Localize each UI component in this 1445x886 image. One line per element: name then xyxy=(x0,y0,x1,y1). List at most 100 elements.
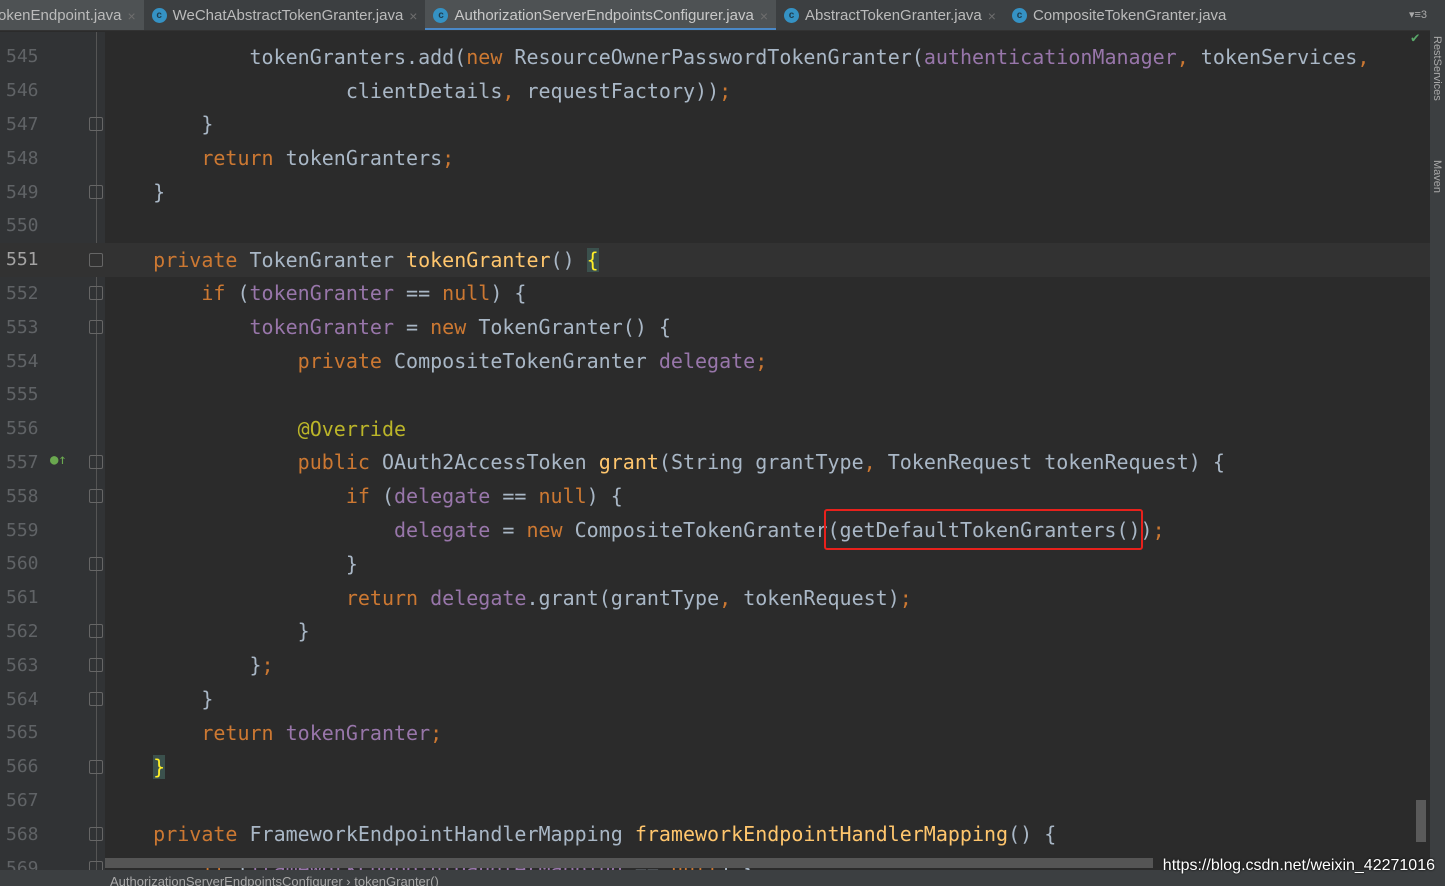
code-line[interactable]: 546 clientDetails, requestFactory)); xyxy=(0,74,1430,108)
code-line[interactable]: 547 } xyxy=(0,108,1430,142)
fold-marker-icon[interactable] xyxy=(89,117,103,132)
code-token: ; xyxy=(719,78,732,103)
code-line[interactable]: 565 return tokenGranter; xyxy=(0,716,1430,750)
fold-marker-icon[interactable] xyxy=(89,827,103,842)
restservices-tool-button[interactable]: RestServices xyxy=(1431,36,1443,101)
maven-tool-button[interactable]: Maven xyxy=(1431,160,1443,193)
code-line[interactable]: 549 } xyxy=(0,175,1430,209)
code-token: FrameworkEndpointHandlerMapping xyxy=(249,822,635,847)
code-token: } xyxy=(105,112,214,137)
fold-marker-icon[interactable] xyxy=(89,556,103,571)
code-token: grant xyxy=(598,450,659,475)
fold-marker-icon[interactable] xyxy=(89,692,103,707)
code-text: public OAuth2AccessToken grant(String gr… xyxy=(105,450,1225,474)
code-line[interactable]: 563 }; xyxy=(0,648,1430,682)
fold-marker-icon[interactable] xyxy=(89,455,103,470)
code-line[interactable]: 553 tokenGranter = new TokenGranter() { xyxy=(0,310,1430,344)
code-token: ; xyxy=(442,146,455,171)
code-token: TokenRequest tokenRequest) { xyxy=(887,450,1225,475)
code-line[interactable]: 552 if (tokenGranter == null) { xyxy=(0,277,1430,311)
code-token: private xyxy=(297,349,394,374)
code-line[interactable]: 559 delegate = new CompositeTokenGranter… xyxy=(0,513,1430,547)
tab-2[interactable]: c AuthorizationServerEndpointsConfigurer.… xyxy=(425,0,777,30)
line-number: 550 xyxy=(6,215,39,237)
fold-marker-icon[interactable] xyxy=(89,658,103,673)
code-token: () xyxy=(550,247,587,272)
code-line[interactable]: 561 return delegate.grant(grantType, tok… xyxy=(0,581,1430,615)
fold-marker-icon[interactable] xyxy=(89,489,103,504)
fold-marker-icon[interactable] xyxy=(89,624,103,639)
line-number: 556 xyxy=(6,418,39,440)
line-number: 546 xyxy=(6,80,39,102)
code-token: TokenGranter() { xyxy=(478,315,671,340)
tab-overflow-button[interactable]: ▾≡3 xyxy=(1409,8,1427,21)
code-token: delegate xyxy=(430,585,527,610)
code-token: new xyxy=(466,44,515,69)
close-icon[interactable]: × xyxy=(127,8,135,24)
close-icon[interactable]: × xyxy=(988,8,996,24)
code-text: clientDetails, requestFactory)); xyxy=(105,79,731,103)
fold-marker-icon[interactable] xyxy=(89,286,103,301)
code-token: frameworkEndpointHandlerMapping xyxy=(634,822,1009,847)
line-number: 564 xyxy=(6,688,39,710)
code-token: } xyxy=(105,551,358,576)
class-icon: c xyxy=(784,8,800,23)
code-editor[interactable]: 545 tokenGranters.add(new ResourceOwnerP… xyxy=(0,40,1430,885)
code-line[interactable]: 558 if (delegate == null) { xyxy=(0,479,1430,513)
line-number: 565 xyxy=(6,722,39,744)
code-line[interactable]: 557 public OAuth2AccessToken grant(Strin… xyxy=(0,446,1430,480)
code-line[interactable]: 551 private TokenGranter tokenGranter() … xyxy=(0,242,1430,277)
code-line[interactable]: 556 @Override xyxy=(0,412,1430,446)
code-line[interactable]: 550 xyxy=(0,209,1430,243)
code-line[interactable]: 568 private FrameworkEndpointHandlerMapp… xyxy=(0,817,1430,851)
tab-1[interactable]: c WeChatAbstractTokenGranter.java × xyxy=(144,0,426,30)
code-text: private FrameworkEndpointHandlerMapping … xyxy=(105,822,1056,846)
code-line[interactable]: 566 } xyxy=(0,750,1430,784)
code-token: , xyxy=(1176,44,1201,69)
code-token: return xyxy=(345,585,431,610)
code-token: , xyxy=(719,585,744,610)
tab-0[interactable]: okenEndpoint.java × xyxy=(0,0,144,30)
code-token: tokenGranter xyxy=(285,720,431,745)
fold-marker-icon[interactable] xyxy=(89,759,103,774)
line-number: 562 xyxy=(6,620,39,642)
code-line[interactable]: 567 xyxy=(0,784,1430,818)
code-token: null xyxy=(538,484,587,509)
code-text: if (delegate == null) { xyxy=(105,484,623,508)
code-token: ; xyxy=(1152,518,1165,543)
code-token: if xyxy=(201,281,238,306)
code-token: if xyxy=(345,484,382,509)
line-number: 547 xyxy=(6,113,39,135)
code-line[interactable]: 548 return tokenGranters; xyxy=(0,141,1430,175)
code-line[interactable]: 564 } xyxy=(0,682,1430,716)
tab-4[interactable]: c CompositeTokenGranter.java xyxy=(1004,0,1234,30)
code-token: authenticationManager xyxy=(923,44,1177,69)
code-token: public xyxy=(297,450,382,475)
tab-label: WeChatAbstractTokenGranter.java xyxy=(172,7,404,24)
fold-marker-icon[interactable] xyxy=(89,320,103,335)
code-token: { xyxy=(586,247,599,272)
code-token: } xyxy=(105,687,214,712)
vertical-scrollbar[interactable] xyxy=(1416,800,1426,842)
code-text: } xyxy=(105,180,165,204)
horizontal-scrollbar[interactable] xyxy=(105,858,1153,868)
close-icon[interactable]: × xyxy=(409,8,417,24)
code-line[interactable]: 545 tokenGranters.add(new ResourceOwnerP… xyxy=(0,40,1430,74)
tab-3[interactable]: c AbstractTokenGranter.java × xyxy=(776,0,1004,30)
implements-method-icon[interactable]: ●↑ xyxy=(50,452,67,468)
line-number: 567 xyxy=(6,789,39,811)
code-line[interactable]: 554 private CompositeTokenGranter delega… xyxy=(0,344,1430,378)
code-line[interactable]: 562 } xyxy=(0,615,1430,649)
line-number: 551 xyxy=(6,249,39,271)
code-line[interactable]: 560 } xyxy=(0,547,1430,581)
fold-marker-icon[interactable] xyxy=(89,185,103,200)
close-icon[interactable]: × xyxy=(760,8,768,24)
fold-marker-icon[interactable] xyxy=(89,252,103,267)
code-token: ( xyxy=(237,281,250,306)
code-token: OAuth2AccessToken xyxy=(381,450,599,475)
code-text: }; xyxy=(105,653,273,677)
code-line[interactable]: 555 xyxy=(0,378,1430,412)
